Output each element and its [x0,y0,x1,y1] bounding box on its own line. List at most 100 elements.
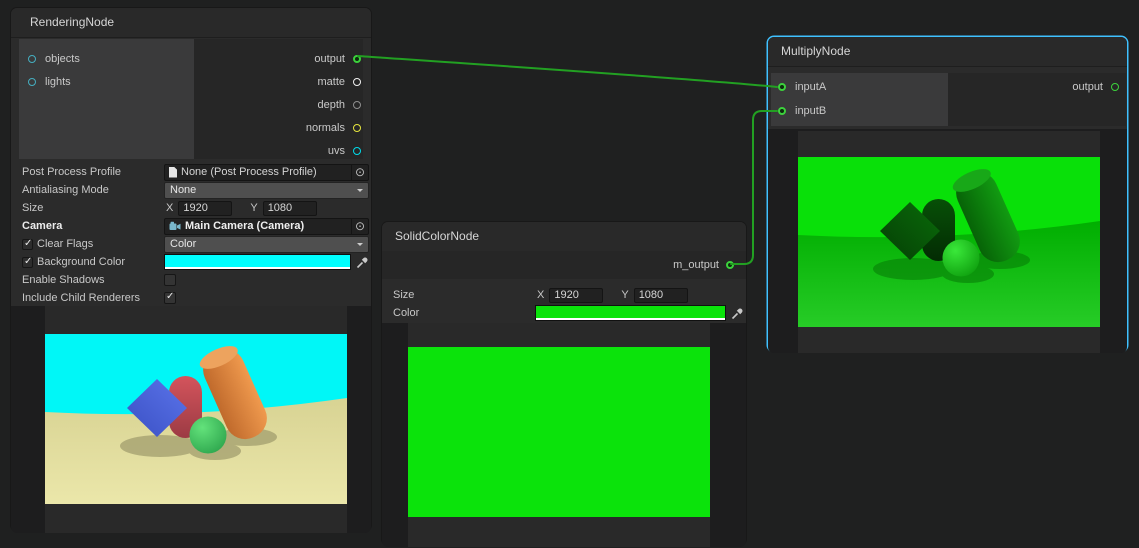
port-label: inputB [795,105,826,117]
prop-row-size: Size X Y [11,199,371,217]
prop-label: Antialiasing Mode [22,184,164,196]
solid-color-node[interactable]: SolidColorNode m_output Size X Y Color [381,221,747,546]
inputB-port[interactable] [778,107,786,115]
port-label: output [314,53,345,65]
eyedropper-icon[interactable] [355,255,369,269]
size-x-input[interactable] [178,201,232,216]
port-label: m_output [673,259,719,271]
node-title-text: MultiplyNode [781,44,850,58]
clear-flags-override-checkbox[interactable] [22,239,33,250]
port-row: lights [19,70,194,93]
multiply-preview-image [798,157,1100,327]
port-row: matte [194,70,363,93]
depth-port[interactable] [353,101,361,109]
rendering-node-title[interactable]: RenderingNode [11,8,371,38]
wire-rendering-output-to-multiply-inputA[interactable] [358,56,777,87]
prop-label: Size [393,289,535,301]
rendering-node-ports: objects lights output matte depth [11,37,371,159]
background-color-swatch[interactable] [164,254,351,270]
prop-row-background-color: Background Color [11,253,371,271]
include-child-renderers-checkbox[interactable] [164,292,176,304]
dropdown-value: Color [170,238,196,250]
rendering-preview-frame [45,306,347,533]
clear-flags-dropdown[interactable]: Color [164,236,369,253]
background-color-override-checkbox[interactable] [22,257,33,268]
normals-port[interactable] [353,124,361,132]
multiply-output-port[interactable] [1111,83,1119,91]
prop-label: Enable Shadows [22,274,164,286]
port-label: matte [317,76,345,88]
color-swatch[interactable] [535,305,726,321]
dropdown-value: None [170,184,196,196]
multiply-node[interactable]: MultiplyNode inputA inputB output [767,36,1128,352]
solid-color-preview-zone [382,323,746,547]
enable-shadows-checkbox[interactable] [164,274,176,286]
port-row: m_output [382,251,746,279]
solid-color-preview-image [408,347,710,517]
port-row: normals [194,116,363,139]
objects-input-port[interactable] [28,55,36,63]
node-graph-canvas[interactable]: RenderingNode objects lights output [0,0,1139,548]
post-process-profile-field[interactable]: None (Post Process Profile) [164,164,352,181]
port-label: uvs [328,145,345,157]
port-row: inputB [771,99,948,123]
port-row: inputA [771,75,948,99]
size-y-input[interactable] [263,201,317,216]
asset-document-icon [169,167,177,178]
port-label: lights [45,76,71,88]
object-picker-icon[interactable] [352,164,369,181]
y-axis-label: Y [621,289,628,301]
multiply-outputs-panel: output [948,73,1126,126]
node-title-text: SolidColorNode [395,229,479,243]
port-row: depth [194,93,363,116]
solid-color-preview-frame [408,323,710,547]
port-label: output [1072,81,1103,93]
object-field-value: None (Post Process Profile) [181,166,317,178]
matte-port[interactable] [353,78,361,86]
y-axis-label: Y [250,202,257,214]
antialiasing-mode-dropdown[interactable]: None [164,182,369,199]
port-label: normals [306,122,345,134]
prop-row-color: Color [382,304,746,322]
rendering-node[interactable]: RenderingNode objects lights output [10,7,372,532]
uvs-port[interactable] [353,147,361,155]
size-y-input[interactable] [634,288,688,303]
m-output-port[interactable] [726,261,734,269]
inputA-port[interactable] [778,83,786,91]
x-axis-label: X [166,202,173,214]
prop-label: Clear Flags [37,238,164,250]
solid-color-node-title[interactable]: SolidColorNode [382,222,746,252]
multiply-node-title[interactable]: MultiplyNode [768,37,1127,67]
lights-input-port[interactable] [28,78,36,86]
rendering-outputs-panel: output matte depth normals uvs [194,39,363,159]
prop-row-clear-flags: Clear Flags Color [11,235,371,253]
prop-label: Include Child Renderers [22,292,164,304]
prop-row-enable-shadows: Enable Shadows [11,271,371,289]
port-label: depth [317,99,345,111]
multiply-preview-zone [768,129,1127,353]
solid-color-properties: Size X Y Color [382,283,746,326]
prop-row-post-process-profile: Post Process Profile None (Post Process … [11,163,371,181]
multiply-node-ports: inputA inputB output [768,66,1127,129]
solid-color-outputs-panel: m_output [382,251,746,279]
prop-row-camera: Camera Main Camera (Camera) [11,217,371,235]
prop-label: Post Process Profile [22,166,164,178]
port-row: output [948,75,1126,99]
port-label: inputA [795,81,826,93]
prop-row-antialiasing-mode: Antialiasing Mode None [11,181,371,199]
eyedropper-icon[interactable] [730,306,744,320]
prop-label: Size [22,202,164,214]
object-field-value: Main Camera (Camera) [185,220,304,232]
rendering-preview-image [45,334,347,504]
prop-label: Color [393,307,535,319]
port-row: objects [19,47,194,70]
x-axis-label: X [537,289,544,301]
prop-label: Camera [22,220,164,232]
output-port[interactable] [353,55,361,63]
prop-row-size: Size X Y [382,286,746,304]
node-title-text: RenderingNode [30,15,114,29]
camera-icon [169,221,181,231]
size-x-input[interactable] [549,288,603,303]
object-picker-icon[interactable] [352,218,369,235]
camera-field[interactable]: Main Camera (Camera) [164,218,352,235]
